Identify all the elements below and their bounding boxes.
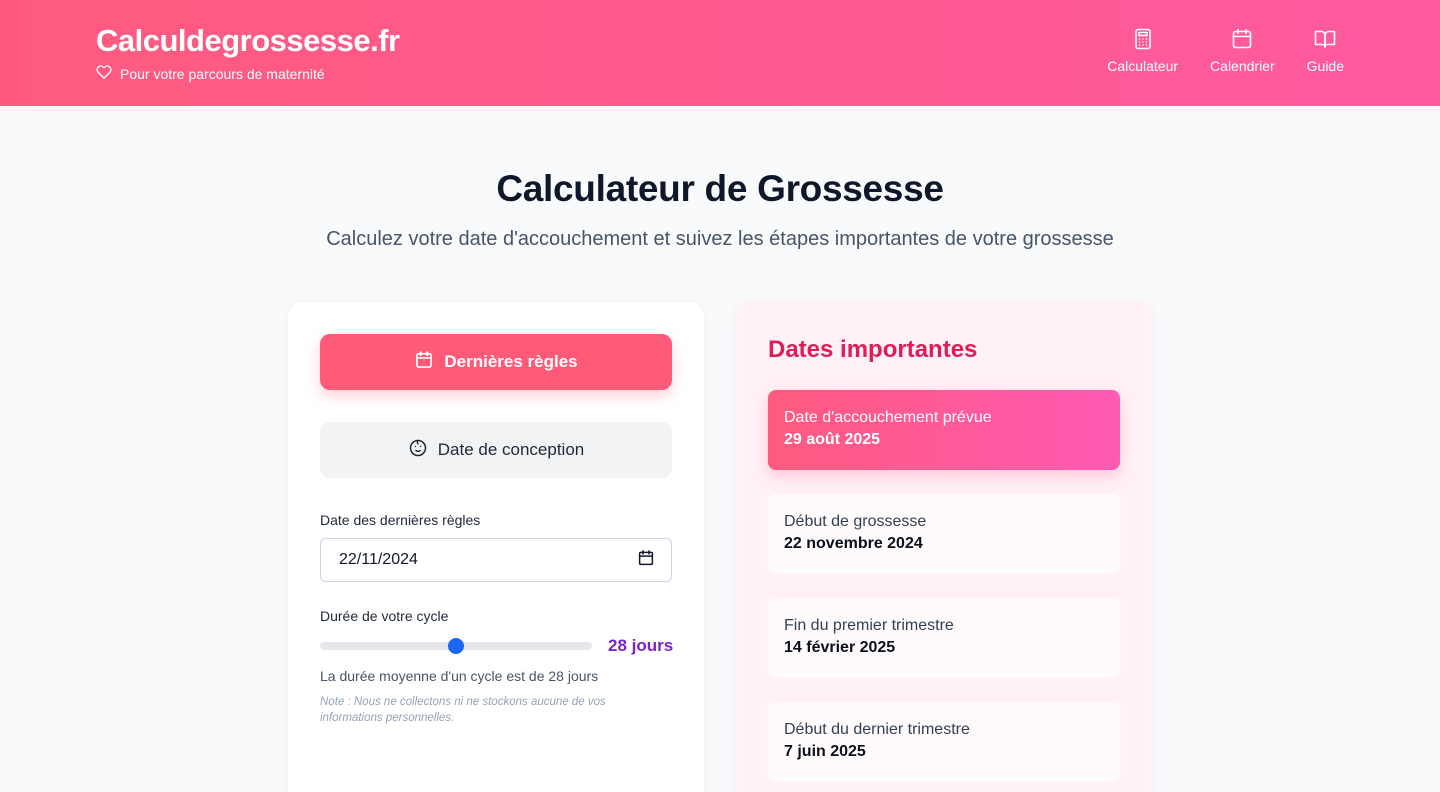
first-trimester-end-card: Fin du premier trimestre 14 février 2025 <box>768 598 1120 678</box>
important-dates-title: Dates importantes <box>768 336 978 363</box>
baby-face-icon <box>408 438 428 463</box>
calendar-picker-icon[interactable] <box>637 549 655 572</box>
page-title: Calculateur de Grossesse <box>496 168 944 209</box>
due-date-card: Date d'accouchement prévue 29 août 2025 <box>768 390 1120 470</box>
cycle-length-slider[interactable] <box>320 638 592 654</box>
book-icon <box>1313 27 1337 54</box>
cycle-hint: La durée moyenne d'un cycle est de 28 jo… <box>320 668 599 684</box>
date-card-label: Fin du premier trimestre <box>784 617 954 634</box>
date-card-label: Date d'accouchement prévue <box>784 409 992 426</box>
site-header: Calculdegrossesse.fr Pour votre parcours… <box>0 0 1440 106</box>
nav-label: Calculateur <box>1107 58 1179 74</box>
button-label: Dernières règles <box>444 352 578 371</box>
brand-subtitle: Pour votre parcours de maternité <box>120 65 325 82</box>
button-label: Date de conception <box>437 440 585 459</box>
calendar-icon <box>414 350 434 375</box>
important-dates-card: Dates importantes Date d'accouchement pr… <box>736 302 1152 792</box>
nav-item-calendrier[interactable]: Calendrier <box>1210 27 1275 74</box>
page-subtitle: Calculez votre date d'accouchement et su… <box>326 228 1114 250</box>
heart-icon <box>96 64 112 83</box>
date-card-value: 22 novembre 2024 <box>784 535 923 552</box>
date-value: 22/11/2024 <box>339 551 418 568</box>
brand[interactable]: Calculdegrossesse.fr Pour votre parcours… <box>96 22 400 83</box>
date-card-label: Début de grossesse <box>784 513 927 530</box>
nav-label: Guide <box>1306 58 1344 74</box>
last-period-date-input[interactable]: 22/11/2024 <box>320 538 672 582</box>
calculator-icon <box>1131 27 1155 54</box>
date-card-value: 29 août 2025 <box>784 431 881 448</box>
cycle-field-label: Durée de votre cycle <box>320 608 449 624</box>
brand-subtitle-row: Pour votre parcours de maternité <box>96 64 400 83</box>
last-trimester-start-card: Début du dernier trimestre 7 juin 2025 <box>768 702 1120 782</box>
date-card-value: 7 juin 2025 <box>784 743 866 760</box>
conception-date-mode-button[interactable]: Date de conception <box>320 422 672 478</box>
privacy-note: Note : Nous ne collectons ni ne stockons… <box>320 696 606 724</box>
date-field-label: Date des dernières règles <box>320 512 481 528</box>
date-card-label: Début du dernier trimestre <box>784 721 970 738</box>
cycle-slider-thumb[interactable] <box>448 638 464 654</box>
nav-label: Calendrier <box>1210 58 1275 74</box>
pregnancy-start-card: Début de grossesse 22 novembre 2024 <box>768 494 1120 574</box>
last-period-mode-button[interactable]: Dernières règles <box>320 334 672 390</box>
calendar-icon <box>1230 27 1254 54</box>
nav-item-calculateur[interactable]: Calculateur <box>1107 27 1178 74</box>
nav-item-guide[interactable]: Guide <box>1307 27 1344 74</box>
calculator-form-card: Dernières règles Date de conception Date… <box>288 302 704 792</box>
cycle-value: 28 jours <box>608 636 674 655</box>
main-nav: Calculateur Calendrier Guide <box>1107 27 1344 74</box>
brand-title[interactable]: Calculdegrossesse.fr <box>96 22 400 60</box>
date-card-value: 14 février 2025 <box>784 639 896 656</box>
